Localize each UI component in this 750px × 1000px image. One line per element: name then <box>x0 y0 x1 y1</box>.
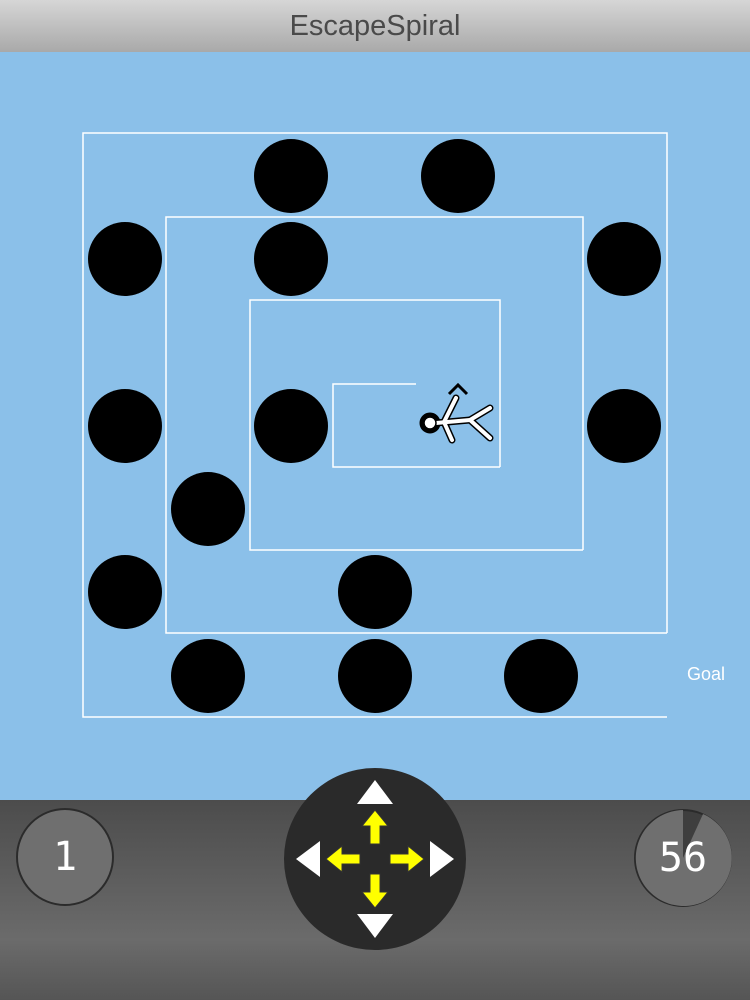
spiral-walls <box>82 132 668 718</box>
obstacle <box>254 389 328 463</box>
left-triangle-icon[interactable] <box>296 841 320 877</box>
caret-up-icon <box>447 382 469 396</box>
obstacle <box>171 472 245 546</box>
right-triangle-icon[interactable] <box>430 841 454 877</box>
up-triangle-icon[interactable] <box>357 780 393 804</box>
obstacle <box>338 639 412 713</box>
outer-wall <box>82 132 668 718</box>
obstacle <box>254 139 328 213</box>
obstacle <box>254 222 328 296</box>
level-indicator: 1 <box>16 808 114 906</box>
down-arrow-icon[interactable] <box>360 873 390 909</box>
obstacle <box>587 389 661 463</box>
timer-value: 56 <box>658 835 708 881</box>
player <box>419 382 494 444</box>
game-board: Goal <box>0 52 750 800</box>
obstacle <box>88 389 162 463</box>
title-bar: EscapeSpiral <box>0 0 750 53</box>
obstacle <box>504 639 578 713</box>
goal-label: Goal <box>687 664 726 684</box>
level-number: 1 <box>52 834 78 880</box>
left-arrow-icon[interactable] <box>325 844 361 874</box>
obstacle <box>587 222 661 296</box>
dpad <box>284 768 466 950</box>
down-triangle-icon[interactable] <box>357 914 393 938</box>
obstacle <box>88 555 162 629</box>
obstacles <box>88 139 661 713</box>
maze <box>82 132 668 718</box>
obstacle <box>338 555 412 629</box>
obstacle <box>421 139 495 213</box>
right-arrow-icon[interactable] <box>389 844 425 874</box>
app-title: EscapeSpiral <box>289 9 461 42</box>
up-arrow-icon[interactable] <box>360 809 390 845</box>
obstacle <box>88 222 162 296</box>
obstacle <box>171 639 245 713</box>
